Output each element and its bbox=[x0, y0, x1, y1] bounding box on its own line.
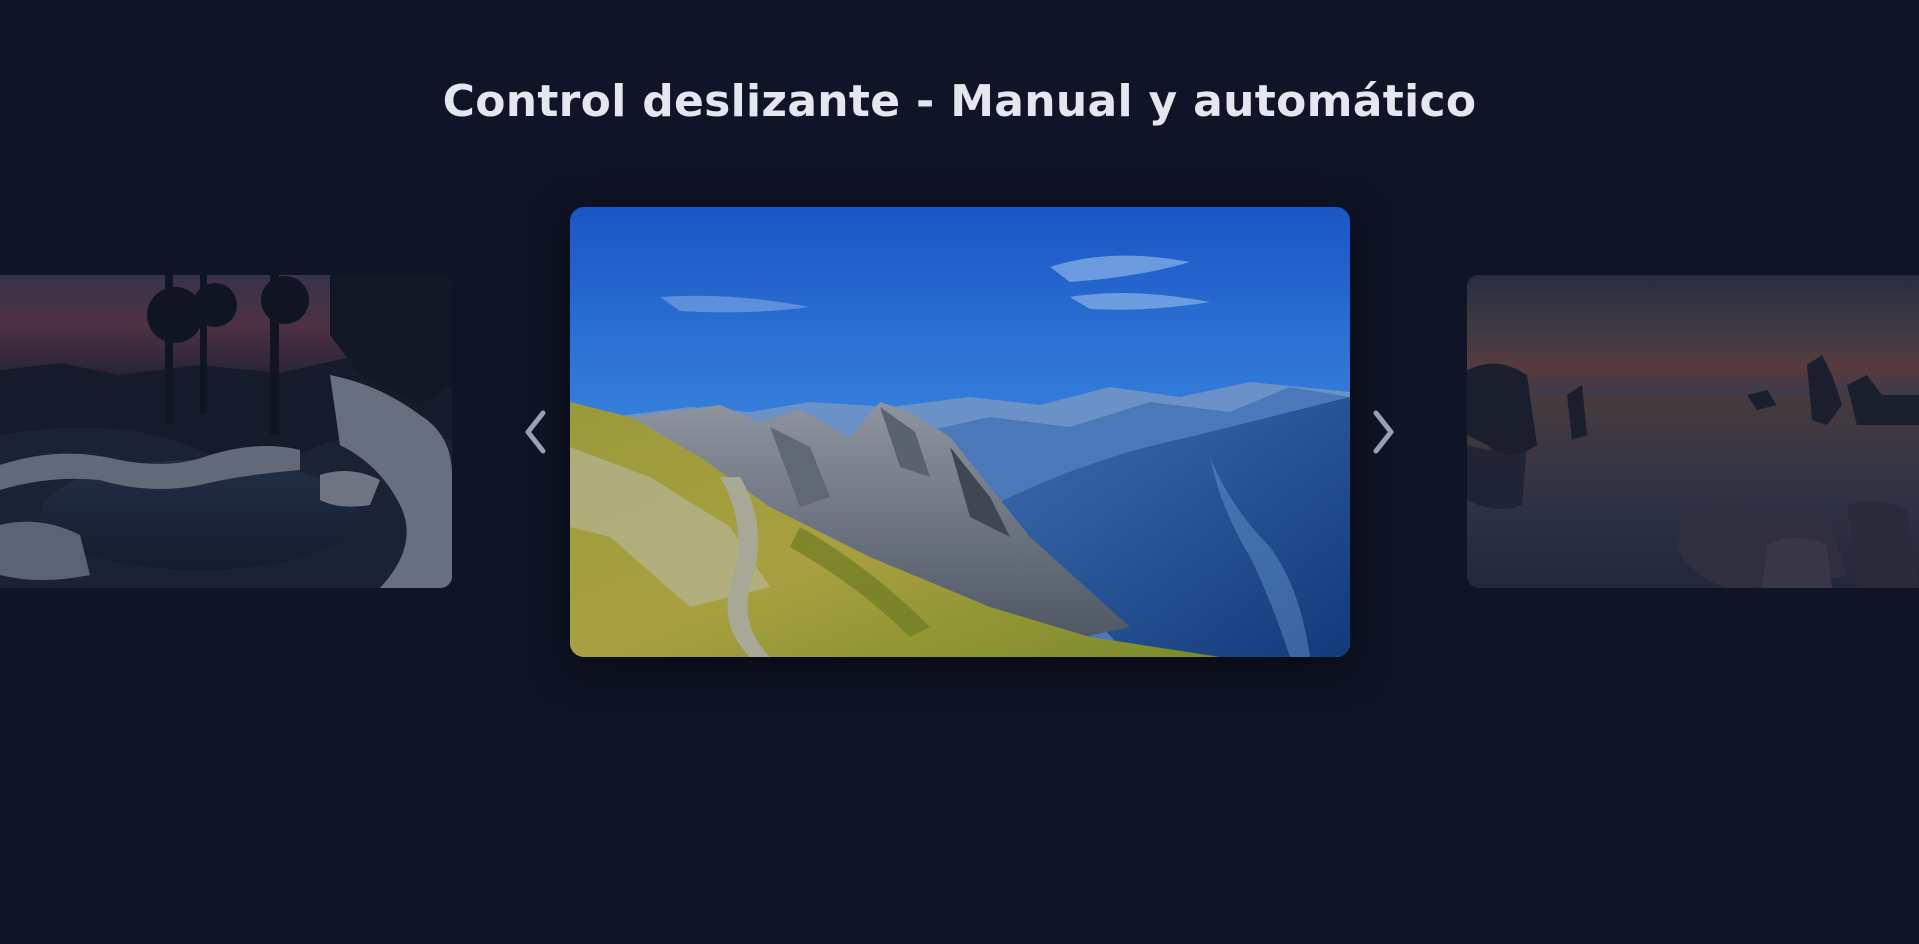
chevron-right-icon bbox=[1373, 410, 1394, 454]
slide-next-image bbox=[1467, 275, 1919, 588]
page-title: Control deslizante - Manual y automático bbox=[442, 76, 1477, 127]
slide-current-image bbox=[570, 207, 1350, 657]
slide-previous[interactable] bbox=[0, 275, 452, 588]
slide-current[interactable] bbox=[570, 207, 1350, 657]
page: Control deslizante - Manual y automático bbox=[0, 0, 1919, 944]
slide-next[interactable] bbox=[1467, 275, 1919, 588]
chevron-left-icon bbox=[525, 410, 546, 454]
next-slide-button[interactable] bbox=[1362, 405, 1402, 459]
slide-previous-image bbox=[0, 275, 452, 588]
prev-slide-button[interactable] bbox=[517, 405, 557, 459]
